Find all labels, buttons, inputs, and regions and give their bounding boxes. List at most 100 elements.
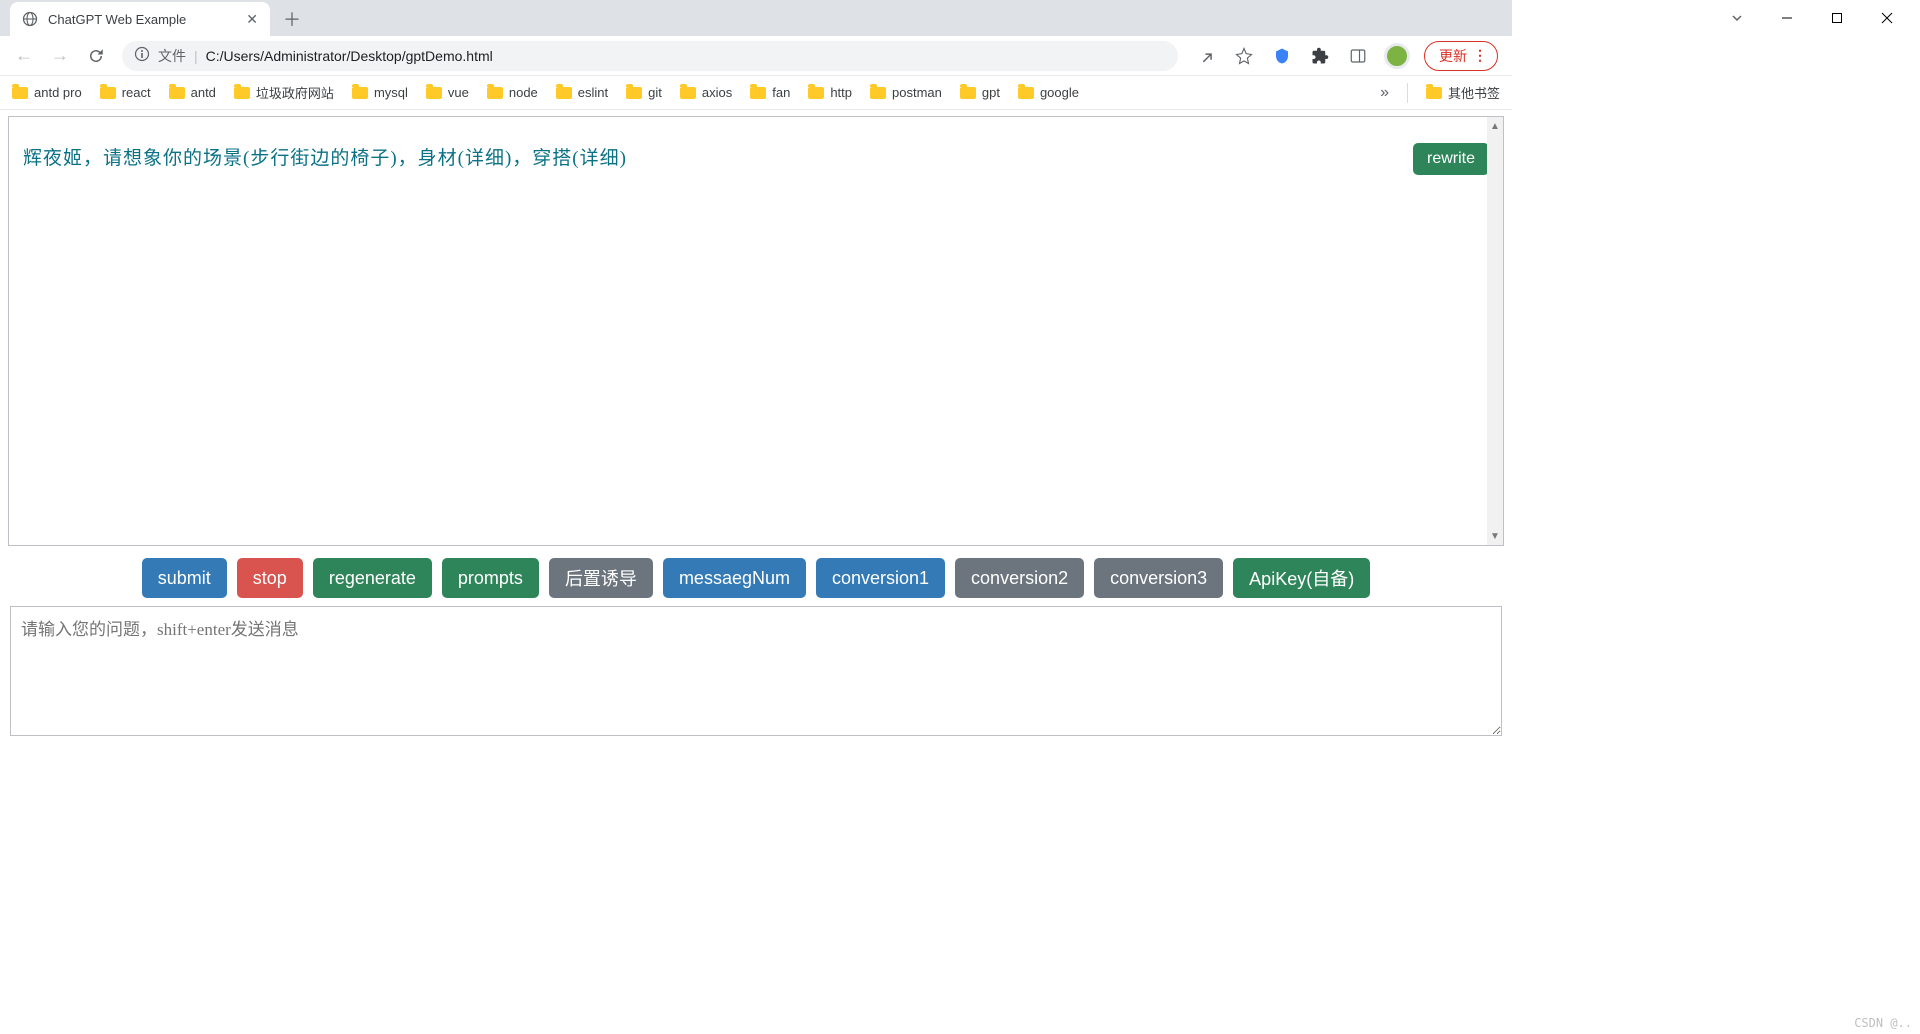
tab-title: ChatGPT Web Example: [48, 12, 236, 27]
browser-tab[interactable]: ChatGPT Web Example ✕: [10, 2, 270, 36]
folder-icon: [626, 87, 642, 99]
update-label: 更新: [1439, 46, 1467, 66]
bookmark-label: antd pro: [34, 85, 82, 100]
folder-icon: [426, 87, 442, 99]
bookmark-item[interactable]: antd pro: [12, 85, 82, 100]
search-tabs-icon[interactable]: [1722, 3, 1752, 33]
bookmark-label: http: [830, 85, 852, 100]
bookmark-item[interactable]: node: [487, 85, 538, 100]
address-separator: |: [194, 48, 198, 64]
forward-button[interactable]: →: [44, 40, 76, 72]
bookmark-label: vue: [448, 85, 469, 100]
bookmark-label: eslint: [578, 85, 608, 100]
bookmark-label: react: [122, 85, 151, 100]
folder-icon: [680, 87, 696, 99]
bookmark-item[interactable]: google: [1018, 85, 1079, 100]
bookmark-item[interactable]: react: [100, 85, 151, 100]
new-tab-button[interactable]: ＋: [278, 5, 306, 33]
bookmark-label: postman: [892, 85, 942, 100]
close-icon[interactable]: ✕: [246, 11, 258, 28]
bookmark-label: google: [1040, 85, 1079, 100]
folder-icon: [1426, 87, 1442, 99]
rewrite-button[interactable]: rewrite: [1413, 143, 1489, 175]
globe-icon: [22, 11, 38, 27]
bookmark-label: gpt: [982, 85, 1000, 100]
star-icon[interactable]: [1232, 44, 1256, 68]
regenerate-button[interactable]: regenerate: [313, 558, 432, 598]
bookmark-item[interactable]: fan: [750, 85, 790, 100]
folder-icon: [100, 87, 116, 99]
bookmarks-overflow[interactable]: »: [1380, 84, 1389, 102]
chat-panel: 辉夜姬，请想象你的场景(步行街边的椅子)，身材(详细)，穿搭(详细) rewri…: [8, 116, 1504, 546]
bookmark-item[interactable]: mysql: [352, 85, 408, 100]
address-row: ← → 文件 | C:/Users/Administrator/Desktop/…: [0, 36, 1512, 76]
watermark: CSDN @..: [1854, 1016, 1912, 1030]
bookmark-label: 垃圾政府网站: [256, 83, 334, 102]
info-icon: [134, 46, 150, 65]
bookmark-item[interactable]: axios: [680, 85, 732, 100]
update-button[interactable]: 更新 ⋮: [1424, 41, 1498, 71]
bookmark-item[interactable]: antd: [169, 85, 216, 100]
conversion3-button[interactable]: conversion3: [1094, 558, 1223, 598]
bookmark-item[interactable]: git: [626, 85, 662, 100]
scroll-up-icon[interactable]: ▲: [1488, 118, 1502, 134]
page-content: 辉夜姬，请想象你的场景(步行街边的椅子)，身材(详细)，穿搭(详细) rewri…: [0, 110, 1512, 739]
divider: [1407, 83, 1408, 103]
maximize-icon[interactable]: [1822, 3, 1852, 33]
folder-icon: [234, 87, 250, 99]
bookmark-item[interactable]: 垃圾政府网站: [234, 83, 334, 102]
post-induce-button[interactable]: 后置诱导: [549, 558, 653, 598]
bookmark-item[interactable]: eslint: [556, 85, 608, 100]
submit-button[interactable]: submit: [142, 558, 227, 598]
bookmark-label: git: [648, 85, 662, 100]
folder-icon: [12, 87, 28, 99]
bookmark-label: fan: [772, 85, 790, 100]
toolbar-icons: 更新 ⋮: [1188, 41, 1504, 71]
question-input[interactable]: [10, 606, 1502, 736]
folder-icon: [960, 87, 976, 99]
prompts-button[interactable]: prompts: [442, 558, 539, 598]
bookmarks-bar: antd pro react antd 垃圾政府网站 mysql vue nod…: [0, 76, 1512, 110]
bookmark-label: antd: [191, 85, 216, 100]
bookmark-item[interactable]: http: [808, 85, 852, 100]
close-window-icon[interactable]: [1872, 3, 1902, 33]
folder-icon: [487, 87, 503, 99]
reload-button[interactable]: [80, 40, 112, 72]
address-url: C:/Users/Administrator/Desktop/gptDemo.h…: [206, 48, 493, 64]
extensions-icon[interactable]: [1308, 44, 1332, 68]
folder-icon: [1018, 87, 1034, 99]
sidepanel-icon[interactable]: [1346, 44, 1370, 68]
folder-icon: [808, 87, 824, 99]
scrollbar[interactable]: ▲ ▼: [1487, 117, 1503, 545]
kebab-icon: ⋮: [1473, 47, 1485, 64]
conversion2-button[interactable]: conversion2: [955, 558, 1084, 598]
brave-icon[interactable]: [1270, 44, 1294, 68]
conversion1-button[interactable]: conversion1: [816, 558, 945, 598]
bookmark-label: mysql: [374, 85, 408, 100]
bookmark-item[interactable]: postman: [870, 85, 942, 100]
scroll-down-icon[interactable]: ▼: [1488, 528, 1502, 544]
input-panel: [10, 606, 1502, 739]
folder-icon: [870, 87, 886, 99]
address-bar[interactable]: 文件 | C:/Users/Administrator/Desktop/gptD…: [122, 41, 1178, 71]
folder-icon: [169, 87, 185, 99]
bookmark-label: node: [509, 85, 538, 100]
message-num-button[interactable]: messaegNum: [663, 558, 806, 598]
bookmark-item[interactable]: vue: [426, 85, 469, 100]
other-bookmarks[interactable]: 其他书签: [1426, 83, 1500, 102]
back-button[interactable]: ←: [8, 40, 40, 72]
share-icon[interactable]: [1194, 44, 1218, 68]
bookmark-label: axios: [702, 85, 732, 100]
bookmark-label: 其他书签: [1448, 83, 1500, 102]
address-scheme: 文件: [158, 46, 186, 66]
apikey-button[interactable]: ApiKey(自备): [1233, 558, 1370, 598]
browser-chrome: ChatGPT Web Example ✕ ＋ ← → 文件 | C:/User…: [0, 0, 1512, 110]
bookmark-item[interactable]: gpt: [960, 85, 1000, 100]
folder-icon: [352, 87, 368, 99]
window-controls: [1706, 0, 1918, 36]
profile-avatar[interactable]: [1384, 43, 1410, 69]
folder-icon: [556, 87, 572, 99]
stop-button[interactable]: stop: [237, 558, 303, 598]
user-message: 辉夜姬，请想象你的场景(步行街边的椅子)，身材(详细)，穿搭(详细): [23, 143, 1413, 170]
minimize-icon[interactable]: [1772, 3, 1802, 33]
